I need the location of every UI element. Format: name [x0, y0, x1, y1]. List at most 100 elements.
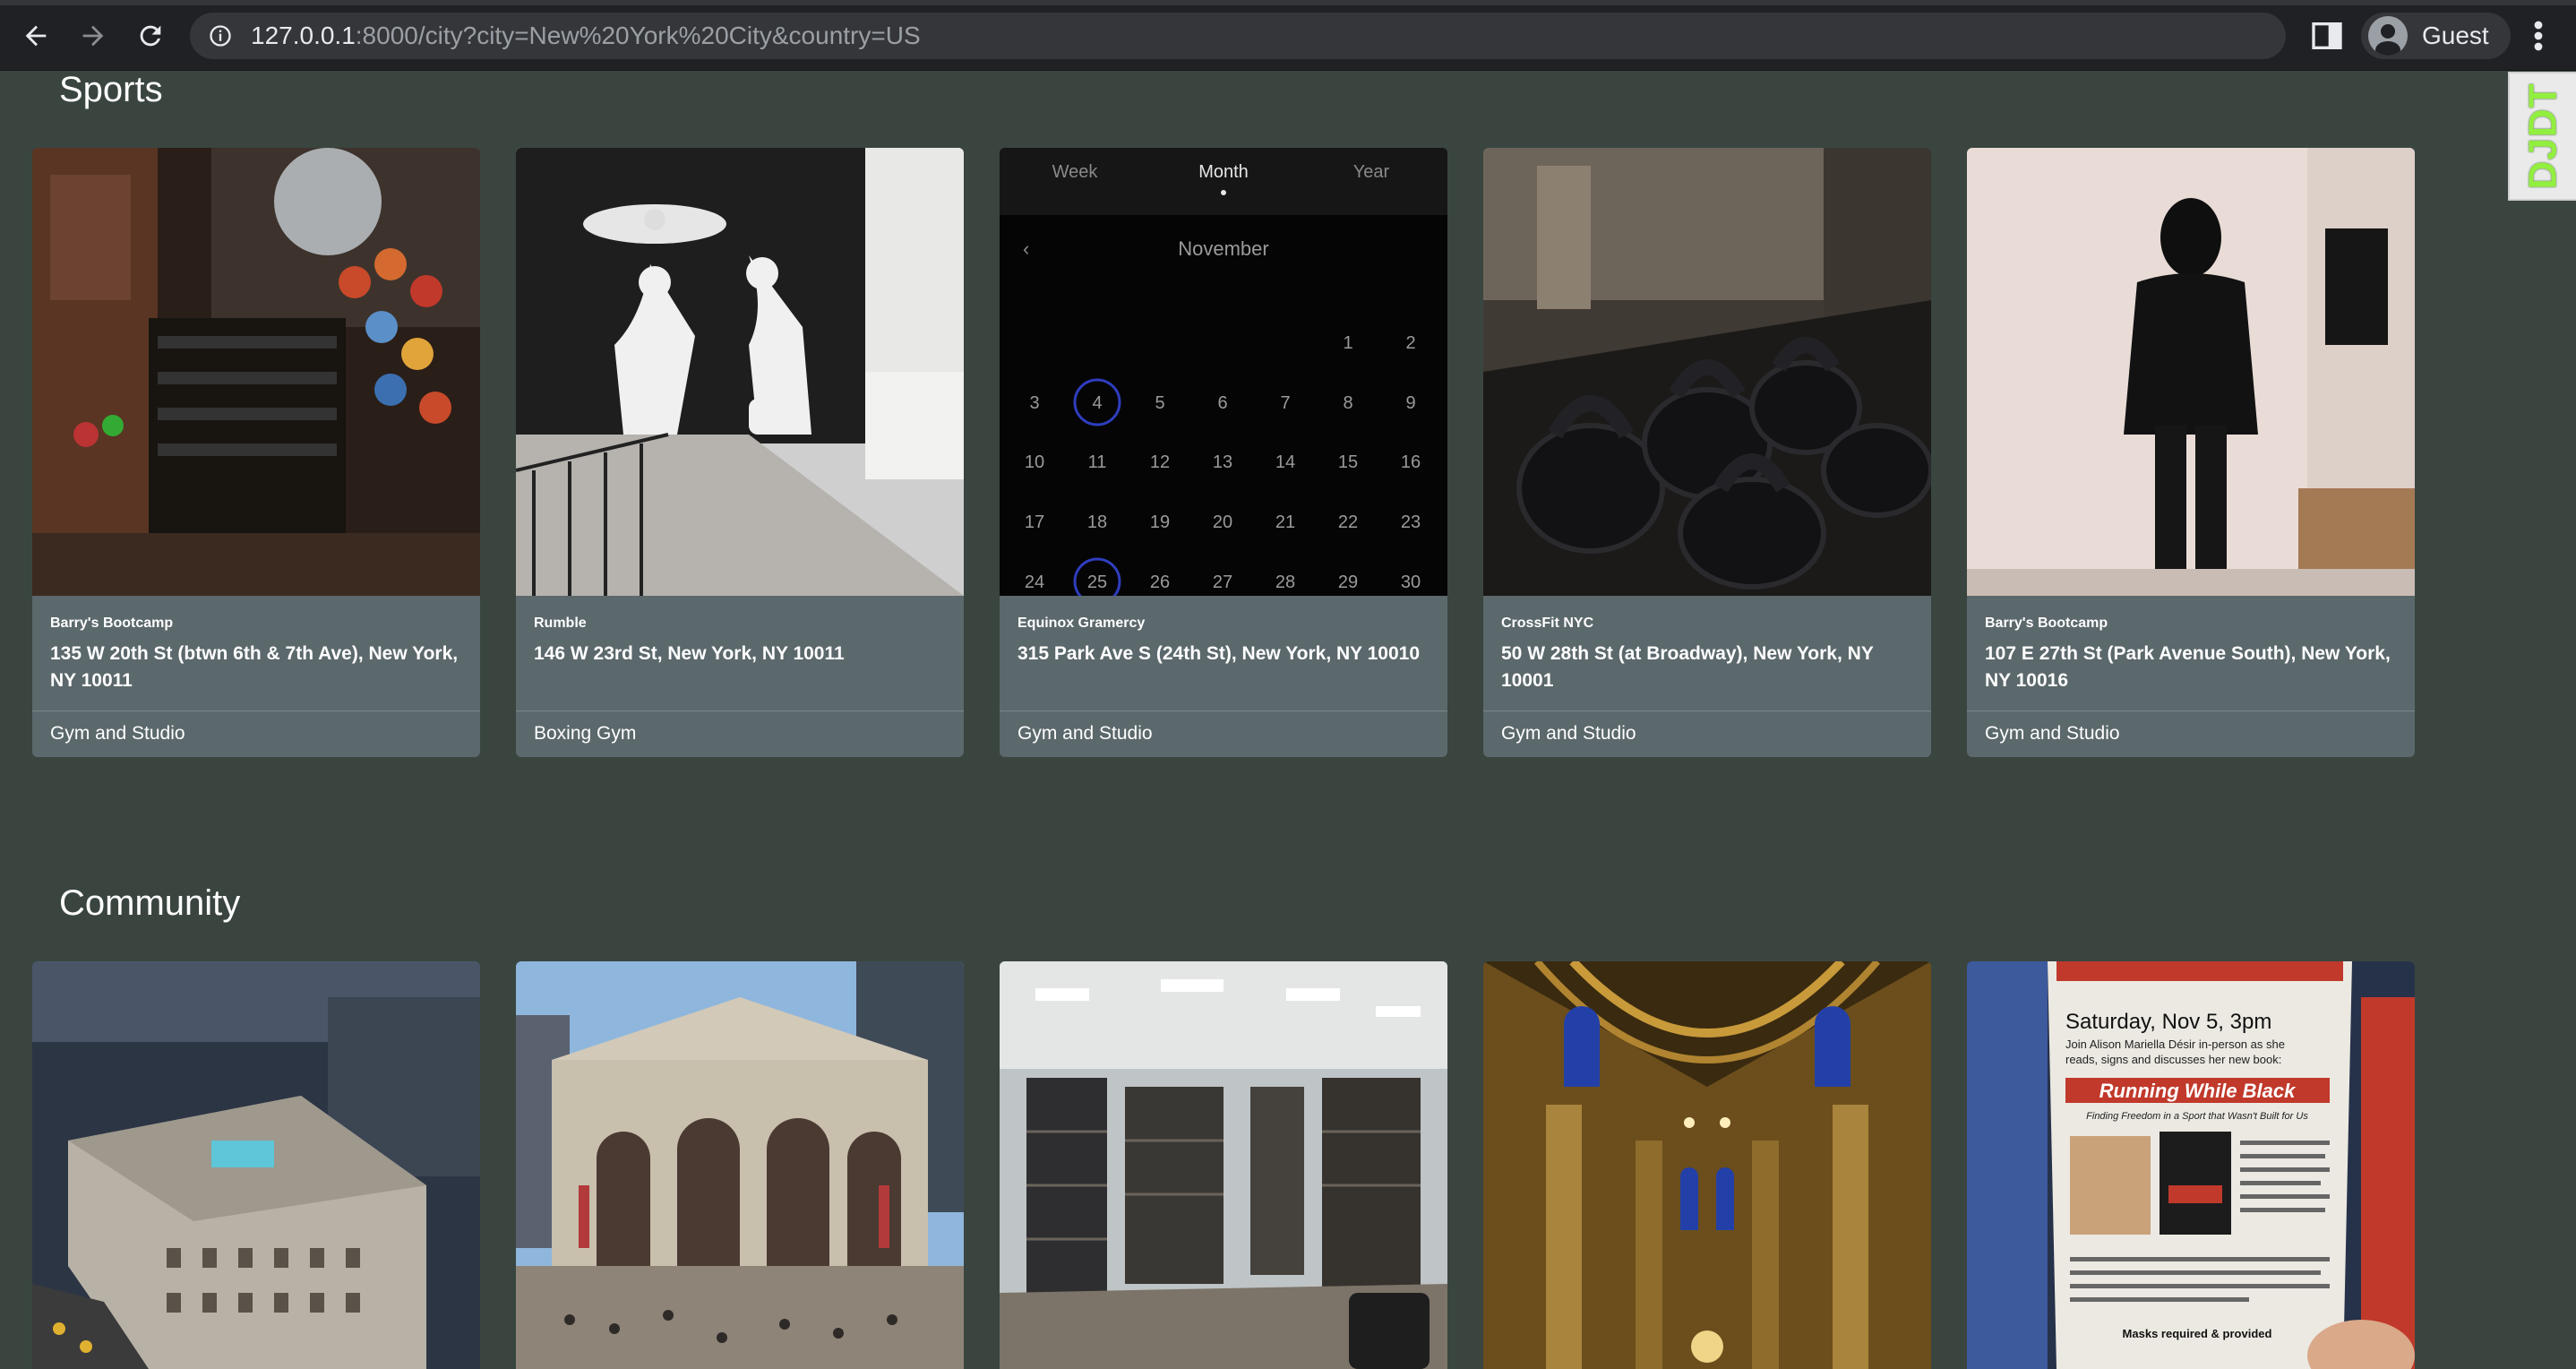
svg-text:23: 23	[1401, 512, 1421, 532]
venue-category: Gym and Studio	[1985, 723, 2120, 744]
svg-text:10: 10	[1025, 452, 1044, 472]
venue-photo	[1000, 961, 1447, 1369]
svg-text:5: 5	[1155, 393, 1164, 413]
venue-card[interactable]: Barry's Bootcamp 107 E 27th St (Park Ave…	[1967, 148, 2415, 757]
url-text[interactable]: 127.0.0.1:8000/city?city=New%20York%20Ci…	[251, 22, 921, 49]
svg-text:28: 28	[1275, 573, 1295, 592]
section-title-sports: Sports	[59, 70, 163, 109]
venue-photo	[32, 961, 480, 1369]
venue-photo	[516, 961, 964, 1369]
svg-text:24: 24	[1025, 573, 1044, 592]
svg-text:1: 1	[1343, 333, 1352, 353]
venue-card[interactable]: Rumble 146 W 23rd St, New York, NY 10011…	[516, 148, 964, 757]
flyer-line-2: reads, signs and discusses her new book:	[2065, 1053, 2281, 1066]
svg-text:22: 22	[1338, 512, 1358, 532]
django-debug-toolbar-handle[interactable]: DJDT	[2508, 72, 2576, 201]
venue-info: Barry's Bootcamp 135 W 20th St (btwn 6th…	[32, 596, 480, 757]
url-path: :8000/city?city=New%20York%20City&countr…	[355, 22, 921, 49]
forward-button[interactable]	[72, 14, 115, 57]
venue-name: Barry's Bootcamp	[1985, 616, 2108, 631]
venue-photo-flyer: Saturday, Nov 5, 3pm Join Alison Mariell…	[1967, 961, 2415, 1369]
info-icon[interactable]	[208, 23, 233, 48]
venue-address[interactable]: 107 E 27th St (Park Avenue South), New Y…	[1985, 641, 2397, 694]
calendar-month: November	[1178, 237, 1268, 260]
venue-category: Gym and Studio	[1501, 723, 1636, 744]
calendar-tab-year: Year	[1353, 162, 1390, 182]
profile-button[interactable]: Guest	[2361, 13, 2511, 59]
venue-name: Barry's Bootcamp	[50, 616, 174, 631]
divider	[1483, 710, 1931, 711]
svg-text:11: 11	[1088, 452, 1107, 472]
svg-text:27: 27	[1213, 573, 1232, 592]
venue-photo	[1967, 148, 2415, 596]
djdt-label: DJDT	[2520, 82, 2564, 190]
address-bar[interactable]: 127.0.0.1:8000/city?city=New%20York%20Ci…	[190, 13, 2286, 59]
venue-card[interactable]: Barry's Bootcamp 135 W 20th St (btwn 6th…	[32, 148, 480, 757]
side-panel-icon[interactable]	[2309, 18, 2345, 54]
tab-strip-edge	[0, 0, 2576, 5]
svg-text:3: 3	[1029, 393, 1039, 413]
venue-category: Boxing Gym	[534, 723, 637, 744]
svg-text:20: 20	[1213, 512, 1232, 532]
browser-toolbar: 127.0.0.1:8000/city?city=New%20York%20Ci…	[0, 0, 2576, 71]
kebab-menu-icon[interactable]	[2522, 14, 2555, 57]
venue-card[interactable]: Saturday, Nov 5, 3pm Join Alison Mariell…	[1967, 961, 2415, 1369]
section-title-community: Community	[59, 883, 241, 923]
venue-info: Barry's Bootcamp 107 E 27th St (Park Ave…	[1967, 596, 2415, 757]
svg-text:2: 2	[1405, 333, 1415, 353]
chevron-left-icon: ‹	[1023, 237, 1029, 260]
svg-text:21: 21	[1275, 512, 1295, 532]
venue-address[interactable]: 315 Park Ave S (24th St), New York, NY 1…	[1018, 641, 1430, 667]
divider	[1000, 710, 1447, 711]
flyer-line-1: Join Alison Mariella Désir in-person as …	[2065, 1038, 2285, 1051]
divider	[32, 710, 480, 711]
venue-address[interactable]: 146 W 23rd St, New York, NY 10011	[534, 641, 946, 667]
flyer-footer: Masks required & provided	[2123, 1327, 2272, 1340]
venue-name: Rumble	[534, 616, 587, 631]
svg-text:4: 4	[1092, 393, 1102, 413]
svg-text:13: 13	[1213, 452, 1232, 472]
flyer-date: Saturday, Nov 5, 3pm	[2065, 1010, 2271, 1034]
svg-text:29: 29	[1338, 573, 1358, 592]
divider	[516, 710, 964, 711]
svg-text:18: 18	[1087, 512, 1107, 532]
svg-text:26: 26	[1150, 573, 1170, 592]
arrow-right-icon	[82, 25, 104, 47]
venue-address[interactable]: 50 W 28th St (at Broadway), New York, NY…	[1501, 641, 1913, 694]
venue-photo	[32, 148, 480, 596]
svg-text:12: 12	[1150, 452, 1170, 472]
venue-card[interactable]	[516, 961, 964, 1369]
venue-address[interactable]: 135 W 20th St (btwn 6th & 7th Ave), New …	[50, 641, 462, 694]
venue-info: CrossFit NYC 50 W 28th St (at Broadway),…	[1483, 596, 1931, 757]
venue-card[interactable]: Week Month Year ‹ November 1 2 34 56 78 …	[1000, 148, 1447, 757]
reload-button[interactable]	[129, 14, 172, 57]
svg-text:15: 15	[1338, 452, 1358, 472]
reload-icon	[140, 25, 161, 47]
back-button[interactable]	[14, 14, 57, 57]
svg-text:16: 16	[1401, 452, 1421, 472]
venue-card[interactable]: CrossFit NYC 50 W 28th St (at Broadway),…	[1483, 148, 1931, 757]
venue-name: CrossFit NYC	[1501, 616, 1594, 631]
venue-category: Gym and Studio	[50, 723, 185, 744]
venue-card[interactable]	[1000, 961, 1447, 1369]
venue-photo-calendar: Week Month Year ‹ November 1 2 34 56 78 …	[1000, 148, 1447, 596]
svg-text:30: 30	[1401, 573, 1421, 592]
svg-text:19: 19	[1150, 512, 1170, 532]
venue-photo	[516, 148, 964, 596]
calendar-tab-month: Month	[1198, 162, 1249, 182]
svg-text:6: 6	[1217, 393, 1227, 413]
venue-photo	[1483, 961, 1931, 1369]
divider	[1967, 710, 2415, 711]
svg-text:17: 17	[1025, 512, 1044, 532]
venue-card[interactable]	[1483, 961, 1931, 1369]
venue-info: Rumble 146 W 23rd St, New York, NY 10011…	[516, 596, 964, 757]
flyer-book-subtitle: Finding Freedom in a Sport that Wasn't B…	[2086, 1111, 2308, 1122]
venue-photo	[1483, 148, 1931, 596]
profile-label: Guest	[2422, 22, 2489, 49]
venue-card[interactable]	[32, 961, 480, 1369]
svg-text:8: 8	[1343, 393, 1352, 413]
svg-text:7: 7	[1280, 393, 1290, 413]
svg-text:9: 9	[1405, 393, 1415, 413]
arrow-left-icon	[25, 25, 47, 47]
venue-info: Equinox Gramercy 315 Park Ave S (24th St…	[1000, 596, 1447, 757]
